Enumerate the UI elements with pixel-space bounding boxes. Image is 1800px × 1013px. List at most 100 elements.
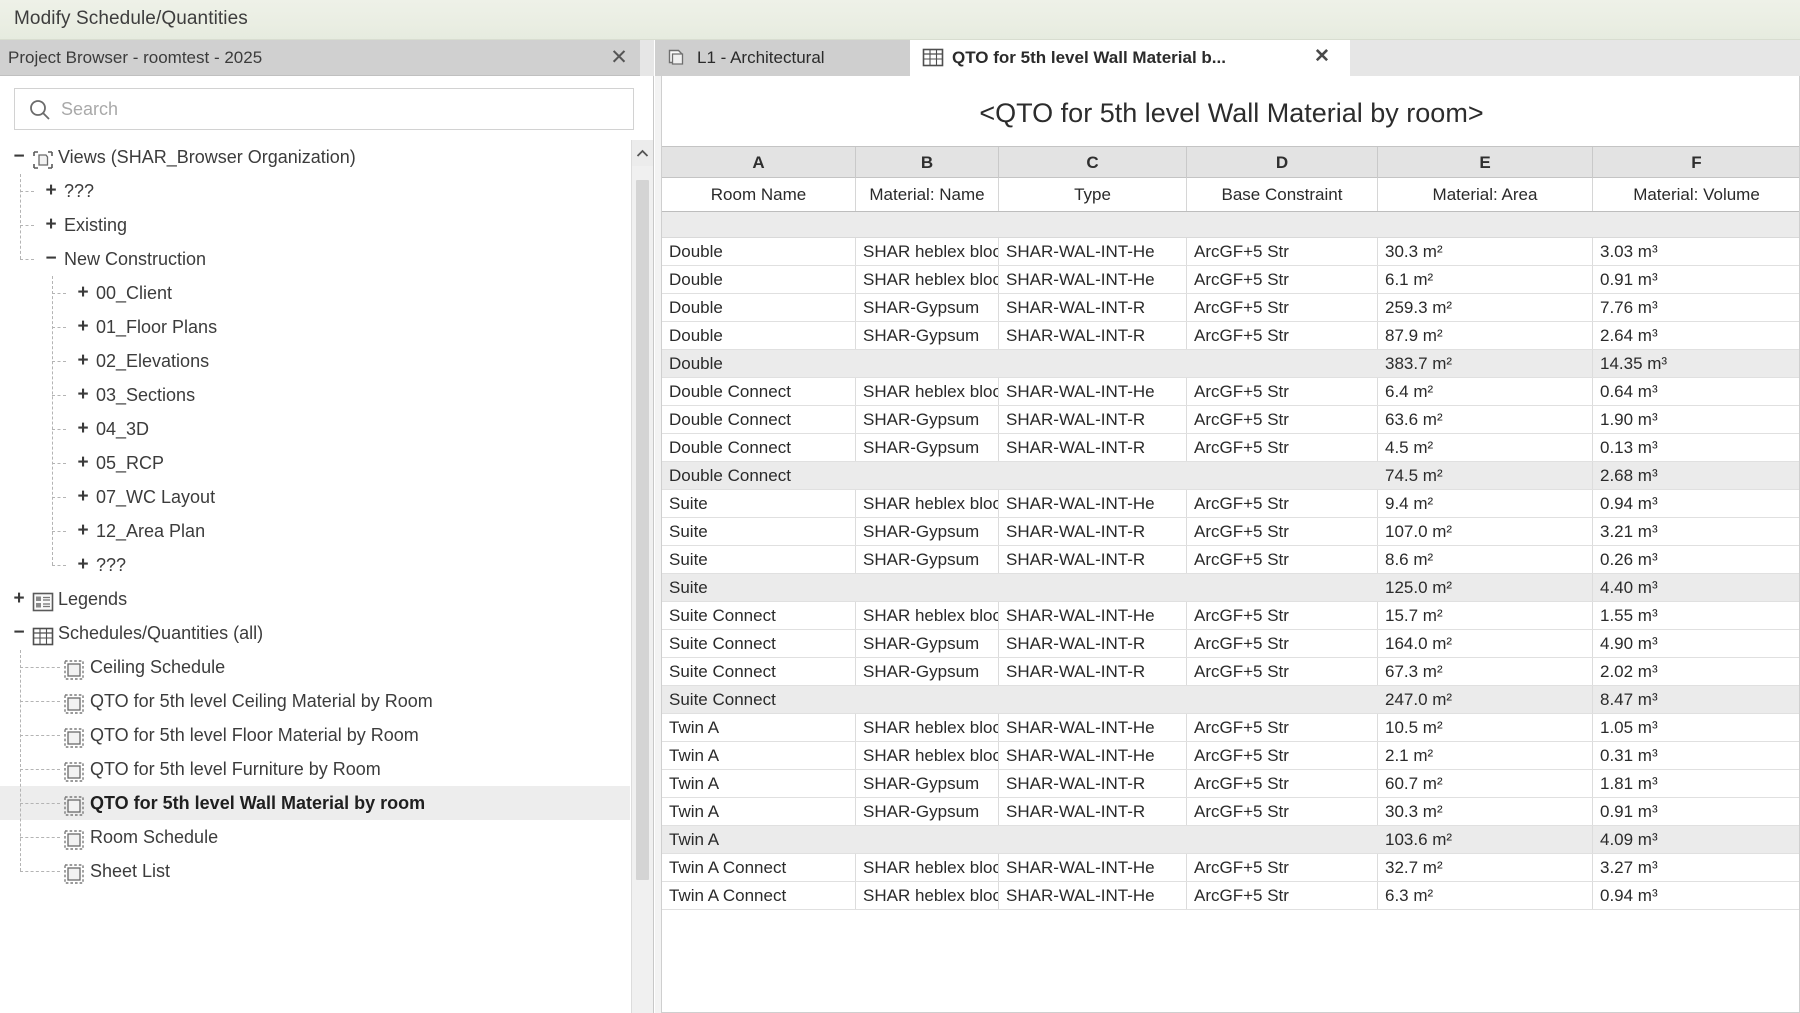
schedule-cell[interactable]: ArcGF+5 Str: [1187, 322, 1378, 349]
schedule-subtotal-row[interactable]: Suite Connect 247.0 m² 8.47 m³: [662, 686, 1799, 714]
schedule-cell[interactable]: SHAR-Gypsum: [856, 630, 999, 657]
schedule-row[interactable]: Double Connect SHAR-Gypsum SHAR-WAL-INT-R A…: [662, 434, 1799, 462]
schedule-cell[interactable]: ArcGF+5 Str: [1187, 854, 1378, 881]
expand-icon[interactable]: +: [74, 310, 92, 344]
expand-icon[interactable]: +: [74, 446, 92, 480]
expand-icon[interactable]: +: [10, 582, 28, 616]
scroll-up-icon[interactable]: [632, 140, 653, 166]
schedule-cell[interactable]: 8.47 m³: [1593, 686, 1799, 713]
tree-item[interactable]: +12_Area Plan: [0, 514, 630, 548]
column-header[interactable]: Material: Area: [1378, 178, 1593, 211]
schedule-cell[interactable]: 0.13 m³: [1593, 434, 1799, 461]
column-letter[interactable]: A: [662, 147, 856, 178]
schedule-cell[interactable]: ArcGF+5 Str: [1187, 238, 1378, 265]
expand-icon[interactable]: +: [42, 174, 60, 208]
schedule-cell[interactable]: ArcGF+5 Str: [1187, 770, 1378, 797]
schedule-cell[interactable]: ArcGF+5 Str: [1187, 406, 1378, 433]
schedule-cell[interactable]: Suite: [662, 490, 856, 517]
schedule-cell[interactable]: Double Connect: [662, 462, 856, 489]
schedule-cell[interactable]: 4.40 m³: [1593, 574, 1799, 601]
schedule-row[interactable]: Double SHAR-Gypsum SHAR-WAL-INT-R ArcGF+5 S…: [662, 322, 1799, 350]
schedule-row[interactable]: Twin A SHAR-Gypsum SHAR-WAL-INT-R ArcGF+5 S…: [662, 798, 1799, 826]
schedule-cell[interactable]: Twin A: [662, 798, 856, 825]
schedule-cell[interactable]: SHAR-Gypsum: [856, 770, 999, 797]
tree-item[interactable]: +02_Elevations: [0, 344, 630, 378]
tab-inactive[interactable]: L1 - Architectural: [655, 40, 910, 76]
expand-icon[interactable]: +: [74, 344, 92, 378]
schedule-cell[interactable]: 4.90 m³: [1593, 630, 1799, 657]
schedule-cell[interactable]: 383.7 m²: [1378, 350, 1593, 377]
schedule-cell[interactable]: 30.3 m²: [1378, 798, 1593, 825]
expand-icon[interactable]: +: [74, 378, 92, 412]
schedule-cell[interactable]: SHAR-Gypsum: [856, 322, 999, 349]
tab-close-icon[interactable]: ✕: [1310, 45, 1334, 69]
schedule-cell[interactable]: 259.3 m²: [1378, 294, 1593, 321]
expand-icon[interactable]: +: [42, 208, 60, 242]
column-letter[interactable]: B: [856, 147, 999, 178]
schedule-cell[interactable]: SHAR heblex block: [856, 238, 999, 265]
tree-item[interactable]: Room Schedule: [0, 820, 630, 854]
schedule-cell[interactable]: [999, 462, 1187, 489]
tree-item[interactable]: − New Construction: [0, 242, 630, 276]
schedule-cell[interactable]: SHAR-WAL-INT-He: [999, 266, 1187, 293]
tree-item-selected[interactable]: QTO for 5th level Wall Material by room: [0, 786, 630, 820]
schedule-cell[interactable]: Suite Connect: [662, 658, 856, 685]
schedule-cell[interactable]: ArcGF+5 Str: [1187, 434, 1378, 461]
schedule-cell[interactable]: SHAR-WAL-INT-R: [999, 322, 1187, 349]
schedule-cell[interactable]: Twin A Connect: [662, 854, 856, 881]
schedule-cell[interactable]: 0.26 m³: [1593, 546, 1799, 573]
schedule-cell[interactable]: SHAR-WAL-INT-He: [999, 854, 1187, 881]
tree-item[interactable]: QTO for 5th level Ceiling Material by Ro…: [0, 684, 630, 718]
schedule-cell[interactable]: Suite Connect: [662, 630, 856, 657]
schedule-cell[interactable]: [856, 574, 999, 601]
schedule-subtotal-row[interactable]: Double 383.7 m² 14.35 m³: [662, 350, 1799, 378]
column-letter[interactable]: F: [1593, 147, 1799, 178]
column-letter[interactable]: C: [999, 147, 1187, 178]
schedule-row[interactable]: Twin A Connect SHAR heblex block SHAR-WAL-…: [662, 854, 1799, 882]
schedule-cell[interactable]: ArcGF+5 Str: [1187, 294, 1378, 321]
schedule-cell[interactable]: 0.64 m³: [1593, 378, 1799, 405]
schedule-cell[interactable]: Suite Connect: [662, 686, 856, 713]
schedule-cell[interactable]: Suite: [662, 518, 856, 545]
schedule-cell[interactable]: Double Connect: [662, 378, 856, 405]
tree-item[interactable]: Sheet List: [0, 854, 630, 888]
schedule-cell[interactable]: 0.91 m³: [1593, 266, 1799, 293]
schedule-cell[interactable]: [1187, 686, 1378, 713]
schedule-cell[interactable]: 2.02 m³: [1593, 658, 1799, 685]
schedule-row[interactable]: Double SHAR-Gypsum SHAR-WAL-INT-R ArcGF+5 S…: [662, 294, 1799, 322]
schedule-cell[interactable]: 107.0 m²: [1378, 518, 1593, 545]
schedule-cell[interactable]: Twin A: [662, 742, 856, 769]
schedule-cell[interactable]: Double: [662, 322, 856, 349]
schedule-cell[interactable]: [999, 826, 1187, 853]
schedule-cell[interactable]: SHAR-WAL-INT-R: [999, 518, 1187, 545]
schedule-cell[interactable]: SHAR-WAL-INT-He: [999, 238, 1187, 265]
schedule-cell[interactable]: 15.7 m²: [1378, 602, 1593, 629]
schedule-cell[interactable]: 4.09 m³: [1593, 826, 1799, 853]
schedule-subtotal-row[interactable]: Twin A 103.6 m² 4.09 m³: [662, 826, 1799, 854]
column-header[interactable]: Room Name: [662, 178, 856, 211]
collapse-icon[interactable]: −: [10, 616, 28, 650]
tree-item[interactable]: +04_3D: [0, 412, 630, 446]
column-letter[interactable]: D: [1187, 147, 1378, 178]
schedule-row[interactable]: Twin A SHAR-Gypsum SHAR-WAL-INT-R ArcGF+5 S…: [662, 770, 1799, 798]
expand-icon[interactable]: +: [74, 276, 92, 310]
schedule-cell[interactable]: 0.94 m³: [1593, 882, 1799, 909]
tree-item[interactable]: Ceiling Schedule: [0, 650, 630, 684]
expand-icon[interactable]: +: [74, 514, 92, 548]
schedule-cell[interactable]: Double: [662, 266, 856, 293]
schedule-cell[interactable]: SHAR heblex block: [856, 490, 999, 517]
schedule-cell[interactable]: SHAR heblex block: [856, 742, 999, 769]
tree-item[interactable]: +01_Floor Plans: [0, 310, 630, 344]
schedule-cell[interactable]: SHAR-Gypsum: [856, 434, 999, 461]
schedule-cell[interactable]: Double: [662, 238, 856, 265]
schedule-cell[interactable]: 0.31 m³: [1593, 742, 1799, 769]
schedule-row[interactable]: Suite SHAR-Gypsum SHAR-WAL-INT-R ArcGF+5 St…: [662, 546, 1799, 574]
schedule-cell[interactable]: SHAR-Gypsum: [856, 658, 999, 685]
schedule-cell[interactable]: SHAR-WAL-INT-R: [999, 546, 1187, 573]
tab-active[interactable]: QTO for 5th level Wall Material b... ✕: [910, 40, 1350, 76]
schedule-cell[interactable]: [1187, 574, 1378, 601]
schedule-cell[interactable]: 6.1 m²: [1378, 266, 1593, 293]
expand-icon[interactable]: +: [74, 548, 92, 582]
schedule-cell[interactable]: 6.4 m²: [1378, 378, 1593, 405]
schedule-cell[interactable]: 9.4 m²: [1378, 490, 1593, 517]
